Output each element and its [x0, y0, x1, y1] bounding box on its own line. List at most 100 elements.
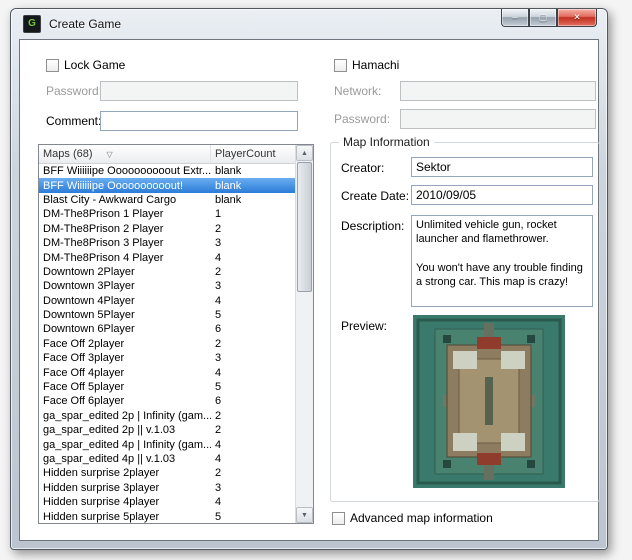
- list-item[interactable]: Downtown 2Player2: [39, 265, 295, 279]
- map-name-cell: Downtown 4Player: [39, 295, 211, 307]
- map-name-cell: Hidden surprise 2player: [39, 467, 211, 479]
- scroll-up-icon[interactable]: ▲: [296, 145, 313, 161]
- column-header-playercount[interactable]: PlayerCount: [211, 145, 295, 163]
- map-preview-image: [413, 315, 565, 488]
- list-item[interactable]: Blast City - Awkward Cargoblank: [39, 193, 295, 207]
- player-count-cell: blank: [211, 180, 295, 192]
- map-name-cell: Face Off 3player: [39, 352, 211, 364]
- list-item[interactable]: Downtown 6Player6: [39, 322, 295, 336]
- preview-label: Preview:: [341, 319, 387, 333]
- player-count-cell: 3: [211, 280, 295, 292]
- maps-list-body: BFF Wiiiiiipe Oooooooooout Extr...blankB…: [39, 164, 295, 523]
- scroll-down-icon[interactable]: ▼: [296, 507, 313, 523]
- comment-input[interactable]: [100, 111, 298, 131]
- map-name-cell: Downtown 6Player: [39, 323, 211, 335]
- player-count-cell: 2: [211, 338, 295, 350]
- player-count-cell: 4: [211, 252, 295, 264]
- description-label: Description:: [341, 219, 404, 233]
- window-controls: – ▢ ✕: [501, 9, 597, 27]
- password-label: Password:: [46, 84, 102, 98]
- map-name-cell: BFF Wiiiiiipe Oooooooooout Extr...: [39, 165, 211, 177]
- vertical-scrollbar[interactable]: ▲ ▼: [295, 145, 313, 523]
- hamachi-password-input: [400, 109, 596, 129]
- player-count-cell: 3: [211, 482, 295, 494]
- hamachi-label: Hamachi: [352, 58, 399, 72]
- player-count-cell: 5: [211, 511, 295, 523]
- network-input: [400, 81, 596, 101]
- creator-label: Creator:: [341, 161, 384, 175]
- list-item[interactable]: DM-The8Prison 1 Player1: [39, 207, 295, 221]
- map-name-cell: ga_spar_edited 4p | Infinity (gam...: [39, 439, 211, 451]
- create-date-label: Create Date:: [341, 189, 409, 203]
- list-item[interactable]: Downtown 4Player4: [39, 294, 295, 308]
- list-item[interactable]: Hidden surprise 3player3: [39, 481, 295, 495]
- lock-game-checkbox[interactable]: Lock Game: [46, 58, 125, 72]
- list-item[interactable]: Face Off 4player4: [39, 365, 295, 379]
- map-name-cell: Face Off 2player: [39, 338, 211, 350]
- minimize-button[interactable]: –: [501, 9, 529, 27]
- player-count-cell: 1: [211, 208, 295, 220]
- hamachi-checkbox[interactable]: Hamachi: [334, 58, 399, 72]
- list-item[interactable]: Downtown 3Player3: [39, 279, 295, 293]
- player-count-cell: 2: [211, 467, 295, 479]
- create-game-window: G Create Game – ▢ ✕ Lock Game Password: …: [10, 8, 608, 550]
- player-count-cell: 6: [211, 323, 295, 335]
- window-title: Create Game: [49, 17, 121, 31]
- close-button[interactable]: ✕: [557, 9, 597, 27]
- map-name-cell: ga_spar_edited 2p || v.1.03: [39, 424, 211, 436]
- map-name-cell: Blast City - Awkward Cargo: [39, 194, 211, 206]
- map-information-group: Map Information Creator: Create Date: De…: [330, 142, 600, 502]
- list-item[interactable]: Hidden surprise 5player5: [39, 509, 295, 523]
- list-item[interactable]: Hidden surprise 2player2: [39, 466, 295, 480]
- map-name-cell: DM-The8Prison 2 Player: [39, 223, 211, 235]
- map-name-cell: Hidden surprise 4player: [39, 496, 211, 508]
- player-count-cell: 4: [211, 367, 295, 379]
- maximize-button[interactable]: ▢: [529, 9, 557, 27]
- player-count-cell: 2: [211, 424, 295, 436]
- list-item[interactable]: BFF Wiiiiiipe Oooooooooout!blank: [39, 178, 295, 192]
- list-item[interactable]: Face Off 6player6: [39, 394, 295, 408]
- comment-label: Comment:: [46, 114, 101, 128]
- advanced-map-info-label: Advanced map information: [350, 511, 493, 525]
- list-item[interactable]: Face Off 2player2: [39, 337, 295, 351]
- list-item[interactable]: ga_spar_edited 2p | Infinity (gam...2: [39, 409, 295, 423]
- map-name-cell: Face Off 5player: [39, 381, 211, 393]
- lock-game-label: Lock Game: [64, 58, 125, 72]
- list-item[interactable]: Face Off 3player3: [39, 351, 295, 365]
- map-name-cell: DM-The8Prison 4 Player: [39, 252, 211, 264]
- description-textarea[interactable]: Unlimited vehicle gun, rocket launcher a…: [411, 215, 593, 307]
- list-item[interactable]: ga_spar_edited 4p | Infinity (gam...4: [39, 437, 295, 451]
- player-count-cell: 2: [211, 266, 295, 278]
- creator-input[interactable]: [411, 157, 593, 177]
- list-item[interactable]: DM-The8Prison 3 Player3: [39, 236, 295, 250]
- player-count-cell: 4: [211, 453, 295, 465]
- player-count-cell: 4: [211, 496, 295, 508]
- column-header-maps[interactable]: Maps (68) ▽: [39, 145, 211, 163]
- map-name-cell: Downtown 3Player: [39, 280, 211, 292]
- create-date-input[interactable]: [411, 185, 593, 205]
- map-name-cell: Downtown 2Player: [39, 266, 211, 278]
- map-name-cell: DM-The8Prison 3 Player: [39, 237, 211, 249]
- list-item[interactable]: DM-The8Prison 4 Player4: [39, 250, 295, 264]
- list-item[interactable]: BFF Wiiiiiipe Oooooooooout Extr...blank: [39, 164, 295, 178]
- scrollbar-track[interactable]: [296, 161, 313, 507]
- advanced-map-info-checkbox[interactable]: Advanced map information: [332, 511, 493, 525]
- map-name-cell: Hidden surprise 5player: [39, 511, 211, 523]
- map-name-cell: DM-The8Prison 1 Player: [39, 208, 211, 220]
- player-count-cell: 3: [211, 352, 295, 364]
- player-count-cell: blank: [211, 194, 295, 206]
- sort-indicator-icon: ▽: [107, 150, 113, 159]
- map-name-cell: Face Off 4player: [39, 367, 211, 379]
- player-count-cell: 3: [211, 237, 295, 249]
- app-icon: G: [23, 15, 41, 33]
- list-item[interactable]: ga_spar_edited 2p || v.1.032: [39, 423, 295, 437]
- password-input: [100, 81, 298, 101]
- list-item[interactable]: Face Off 5player5: [39, 380, 295, 394]
- checkbox-unchecked-icon: [46, 59, 59, 72]
- list-item[interactable]: Downtown 5Player5: [39, 308, 295, 322]
- player-count-cell: 5: [211, 309, 295, 321]
- list-item[interactable]: DM-The8Prison 2 Player2: [39, 222, 295, 236]
- scrollbar-thumb[interactable]: [297, 162, 312, 292]
- list-item[interactable]: ga_spar_edited 4p || v.1.034: [39, 452, 295, 466]
- list-item[interactable]: Hidden surprise 4player4: [39, 495, 295, 509]
